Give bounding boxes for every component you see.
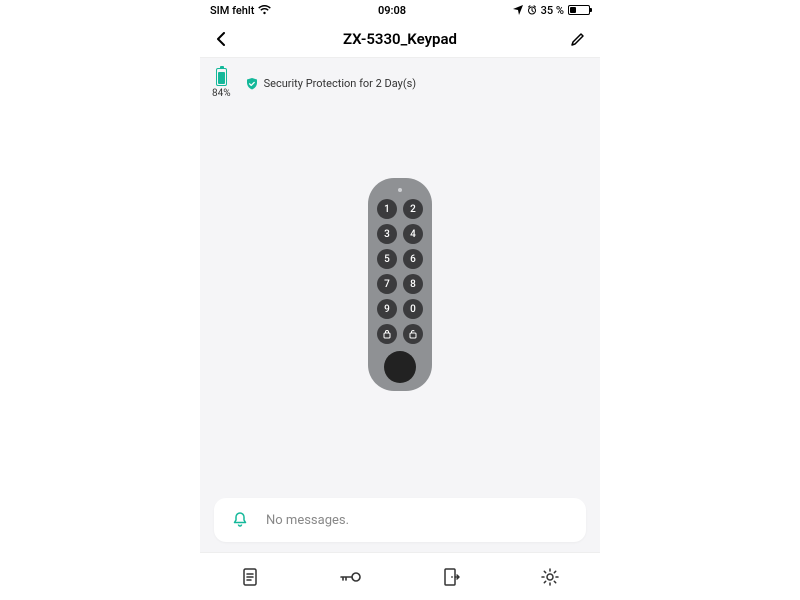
clock-text: 09:08 <box>378 4 406 17</box>
location-icon <box>513 5 523 15</box>
door-button[interactable] <box>430 557 470 597</box>
keypad-unlock-icon <box>403 324 423 344</box>
keypad-key: 2 <box>403 199 423 219</box>
alarm-icon <box>527 5 537 15</box>
key-button[interactable] <box>330 557 370 597</box>
keypad-device-graphic: 1 2 3 4 5 6 7 8 9 0 <box>368 178 432 391</box>
keypad-key: 9 <box>377 299 397 319</box>
keypad-key: 6 <box>403 249 423 269</box>
back-button[interactable] <box>208 25 236 53</box>
keypad-led-icon <box>398 188 402 192</box>
keypad-key: 4 <box>403 224 423 244</box>
keypad-key: 0 <box>403 299 423 319</box>
keypad-lock-icon <box>377 324 397 344</box>
battery-percent-text: 35 % <box>541 4 564 17</box>
records-button[interactable] <box>230 557 270 597</box>
protection-text: Security Protection for 2 Day(s) <box>264 77 417 90</box>
keypad-key: 7 <box>377 274 397 294</box>
device-battery-text: 84% <box>212 88 231 99</box>
messages-card[interactable]: No messages. <box>214 498 586 542</box>
wifi-icon <box>258 5 271 15</box>
content-area: 84% Security Protection for 2 Day(s) 1 2… <box>200 58 600 600</box>
keypad-key: 3 <box>377 224 397 244</box>
battery-icon <box>216 68 227 86</box>
keypad-key: 5 <box>377 249 397 269</box>
device-battery-indicator: 84% <box>212 68 231 99</box>
ios-status-bar: SIM fehlt 09:08 35 % <box>200 0 600 20</box>
carrier-text: SIM fehlt <box>210 4 254 17</box>
page-title: ZX-5330_Keypad <box>343 30 457 48</box>
fingerprint-sensor-icon <box>384 351 416 383</box>
battery-icon <box>568 5 590 15</box>
bottom-toolbar <box>200 552 600 600</box>
messages-text: No messages. <box>266 513 349 528</box>
bell-icon <box>226 506 254 534</box>
keypad-key: 1 <box>377 199 397 219</box>
nav-header: ZX-5330_Keypad <box>200 20 600 58</box>
settings-button[interactable] <box>530 557 570 597</box>
edit-button[interactable] <box>564 25 592 53</box>
protection-status: Security Protection for 2 Day(s) <box>245 77 417 91</box>
shield-check-icon <box>245 77 259 91</box>
keypad-key: 8 <box>403 274 423 294</box>
